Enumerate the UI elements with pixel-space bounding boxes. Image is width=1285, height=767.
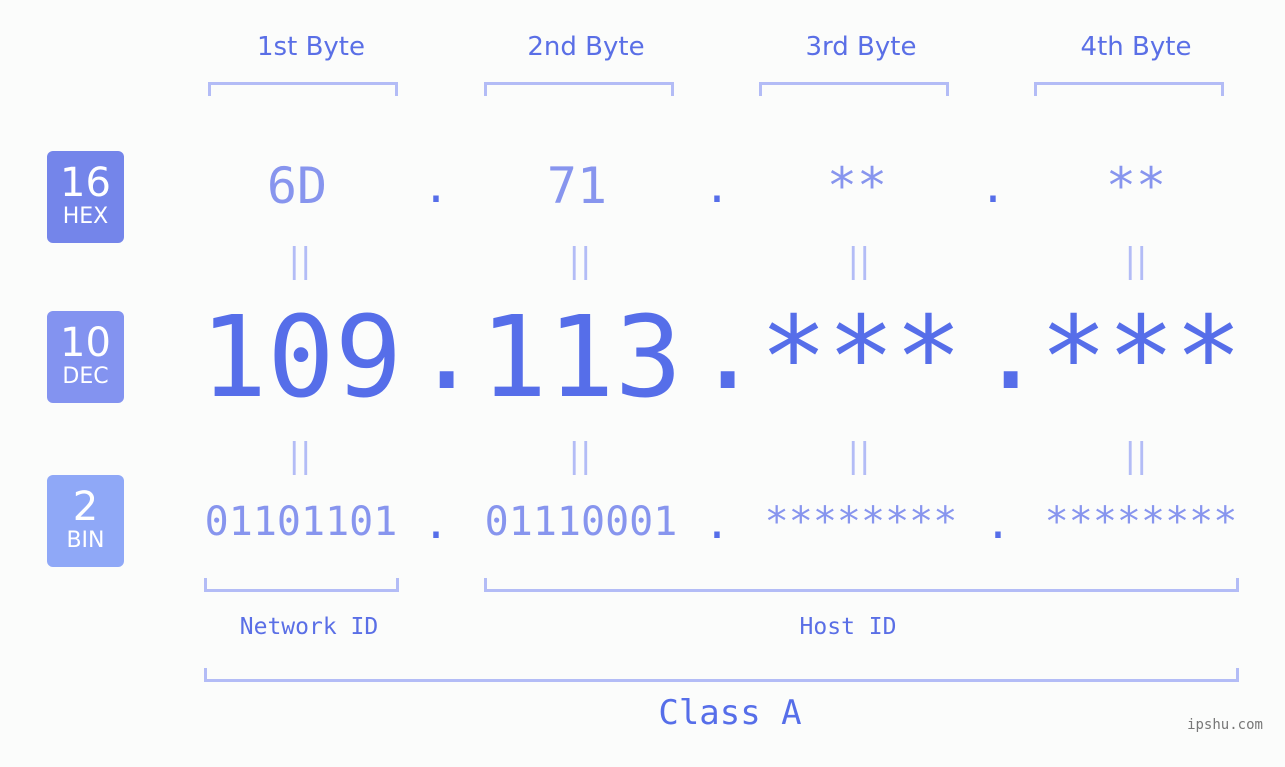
bin-value-3: ******** — [764, 499, 958, 545]
byte-bracket-4 — [1034, 82, 1224, 96]
dec-separator-1: . — [413, 285, 481, 415]
dec-separator-2: . — [694, 285, 762, 415]
hex-separator-2: . — [703, 162, 731, 213]
network-id-bracket — [204, 578, 399, 592]
hex-separator-1: . — [422, 162, 450, 213]
byte-bracket-2 — [484, 82, 674, 96]
equals-icon: || — [288, 436, 312, 476]
class-label: Class A — [658, 693, 802, 733]
byte-header-1: 1st Byte — [257, 32, 365, 62]
hex-value-3: ** — [826, 157, 888, 215]
bin-value-1: 01101101 — [204, 499, 398, 545]
byte-bracket-1 — [208, 82, 398, 96]
dec-value-1: 109 — [199, 293, 403, 423]
dec-value-3: *** — [759, 293, 963, 423]
hex-value-1: 6D — [266, 157, 328, 215]
equals-icon: || — [847, 241, 871, 281]
byte-header-4: 4th Byte — [1080, 32, 1192, 62]
hex-badge: 16 HEX — [47, 151, 124, 243]
watermark: ipshu.com — [1187, 717, 1263, 733]
equals-icon: || — [1124, 436, 1148, 476]
dec-badge: 10 DEC — [47, 311, 124, 403]
host-id-bracket — [484, 578, 1239, 592]
network-id-label: Network ID — [239, 614, 379, 640]
bin-badge-number: 2 — [72, 484, 99, 530]
equals-icon: || — [1124, 241, 1148, 281]
equals-icon: || — [847, 436, 871, 476]
dec-value-2: 113 — [479, 293, 683, 423]
byte-header-2: 2nd Byte — [527, 32, 645, 62]
host-id-label: Host ID — [799, 614, 897, 640]
hex-value-4: ** — [1105, 157, 1167, 215]
equals-icon: || — [568, 436, 592, 476]
equals-icon: || — [288, 241, 312, 281]
class-bracket — [204, 668, 1239, 682]
equals-icon: || — [568, 241, 592, 281]
hex-separator-3: . — [979, 162, 1007, 213]
hex-value-2: 71 — [546, 157, 608, 215]
bin-badge-label: BIN — [66, 528, 105, 553]
dec-badge-number: 10 — [60, 320, 111, 366]
bin-value-4: ******** — [1044, 499, 1238, 545]
byte-header-3: 3rd Byte — [805, 32, 917, 62]
bin-separator-3: . — [984, 498, 1012, 549]
bin-separator-2: . — [703, 498, 731, 549]
dec-badge-label: DEC — [62, 364, 109, 389]
bin-badge: 2 BIN — [47, 475, 124, 567]
bin-separator-1: . — [422, 498, 450, 549]
hex-badge-number: 16 — [60, 160, 111, 206]
dec-separator-3: . — [977, 285, 1045, 415]
bin-value-2: 01110001 — [484, 499, 678, 545]
byte-bracket-3 — [759, 82, 949, 96]
hex-badge-label: HEX — [62, 204, 109, 229]
